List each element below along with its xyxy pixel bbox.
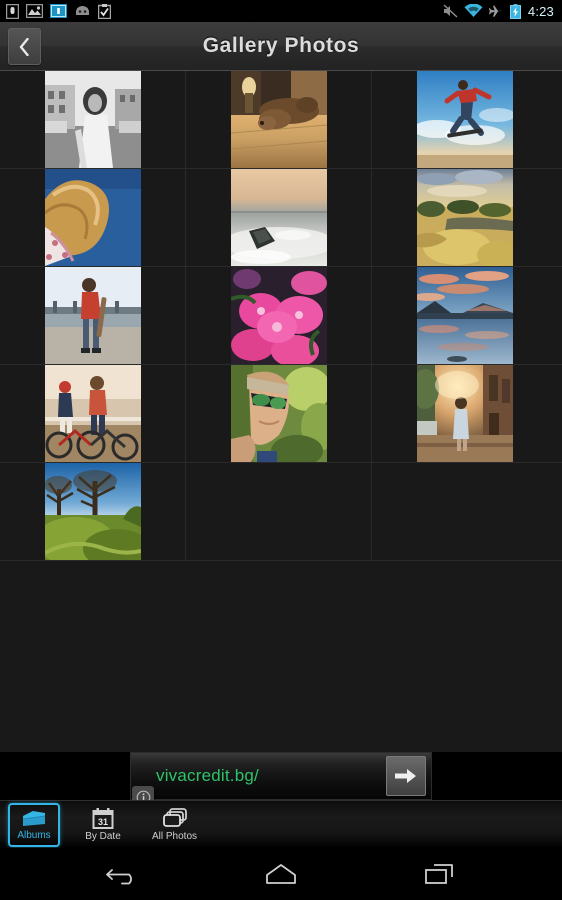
ad-url-text: vivacredit.bg/: [156, 766, 259, 785]
grid-cell-empty: [372, 463, 558, 560]
photo-pink-flowers[interactable]: [230, 267, 327, 364]
photo-lake-reflection[interactable]: [417, 267, 513, 364]
home-icon: [266, 864, 296, 884]
recent-apps-icon: [425, 864, 453, 884]
photo-thumbnail-art: [44, 71, 141, 168]
nav-back-button[interactable]: [95, 854, 151, 894]
grid-row: [0, 71, 562, 169]
photo-skateboard-jump[interactable]: [417, 71, 513, 168]
grid-cell[interactable]: [372, 71, 558, 168]
grid-cell[interactable]: [372, 169, 558, 266]
photo-thumbnail-art: [417, 71, 513, 168]
albums-icon: [22, 811, 46, 826]
photo-thumbnail-art: [417, 169, 513, 266]
photo-trees-meadow[interactable]: [44, 463, 141, 560]
grid-cell[interactable]: [372, 365, 558, 462]
photo-grid[interactable]: [0, 71, 562, 752]
grid-cell[interactable]: [0, 463, 186, 560]
sd-card-icon: [6, 3, 19, 19]
grid-cell[interactable]: [0, 365, 186, 462]
photo-thumbnail-art: [230, 169, 327, 266]
grid-cell[interactable]: [0, 71, 186, 168]
photo-thumbnail-art: [417, 365, 513, 462]
photo-friends-bikes[interactable]: [44, 365, 141, 462]
grid-row: [0, 463, 562, 561]
title-bar: Gallery Photos: [0, 22, 562, 71]
tab-all-photos-label: All Photos: [152, 831, 198, 842]
grid-cell-empty: [186, 463, 372, 560]
grid-row: [0, 365, 562, 463]
photo-marsh-sunset[interactable]: [417, 169, 513, 266]
grid-row: [0, 267, 562, 365]
tab-bar: Albums 31 By Date All Photos: [0, 800, 562, 848]
airplane-mode-icon: [488, 5, 503, 17]
grid-cell[interactable]: [0, 267, 186, 364]
android-robot-icon: [76, 6, 89, 16]
wifi-icon: [464, 4, 483, 17]
photo-skater-boy[interactable]: [44, 267, 141, 364]
nav-home-button[interactable]: [253, 854, 309, 894]
ad-go-button[interactable]: [386, 756, 426, 796]
photo-thumbnail-art: [230, 365, 327, 462]
back-arrow-icon: [106, 869, 132, 885]
svg-text:31: 31: [98, 817, 108, 827]
photo-thumbnail-art: [44, 365, 141, 462]
status-bar-right-icons: 4:23: [443, 3, 556, 19]
grid-cell[interactable]: [186, 267, 372, 364]
photo-woman-sunglasses[interactable]: [230, 365, 327, 462]
ad-banner[interactable]: vivacredit.bg/: [130, 752, 432, 808]
grid-cell[interactable]: [186, 71, 372, 168]
stack-icon: [162, 808, 187, 827]
arrow-right-icon: [395, 769, 416, 783]
tab-by-date-label: By Date: [85, 831, 121, 842]
image-download-icon: [26, 4, 43, 18]
battery-charging-icon: [509, 3, 521, 19]
photo-thumbnail-art: [44, 463, 141, 560]
photo-dog-floor[interactable]: [230, 71, 327, 168]
calendar-icon: 31: [92, 808, 114, 829]
page-title: Gallery Photos: [202, 34, 360, 57]
photo-thumbnail-art: [230, 267, 327, 364]
photo-street-bw[interactable]: [44, 71, 141, 168]
photo-thumbnail-art: [44, 267, 141, 364]
tab-albums-label: Albums: [17, 830, 51, 841]
grid-row: [0, 169, 562, 267]
grid-cell[interactable]: [186, 169, 372, 266]
navigation-bar: [0, 848, 562, 900]
nav-recents-button[interactable]: [411, 854, 467, 894]
chevron-left-icon: [19, 37, 29, 56]
photo-hair-blue-sky[interactable]: [44, 169, 141, 266]
photo-thumbnail-art: [417, 267, 513, 364]
status-bar: 4:23: [0, 0, 562, 22]
photo-ocean-rock[interactable]: [230, 169, 327, 266]
tab-by-date[interactable]: 31 By Date: [77, 803, 129, 847]
photo-street-walk-sunset[interactable]: [417, 365, 513, 462]
tab-all-photos[interactable]: All Photos: [146, 803, 203, 847]
status-bar-left-icons: [6, 3, 111, 19]
photo-thumbnail-art: [230, 71, 327, 168]
grid-cell[interactable]: [372, 267, 558, 364]
photo-thumbnail-art: [44, 169, 141, 266]
status-bar-clock: 4:23: [527, 3, 554, 19]
back-button[interactable]: [8, 28, 41, 65]
tab-albums[interactable]: Albums: [8, 802, 60, 847]
clipboard-check-icon: [98, 3, 111, 19]
grid-cell[interactable]: [0, 169, 186, 266]
usb-debug-icon: [50, 4, 67, 18]
mute-icon: [443, 4, 458, 18]
grid-cell[interactable]: [186, 365, 372, 462]
